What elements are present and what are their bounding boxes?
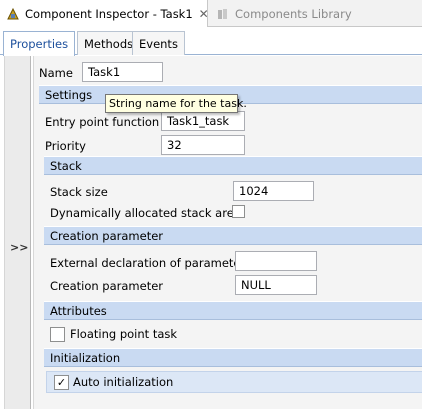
auto-initialization-row[interactable]: ✓ Auto initialization [46, 371, 422, 393]
floating-point-checkbox[interactable] [50, 326, 65, 342]
tab-component-inspector[interactable]: Component Inspector - Task1 ✕ [0, 0, 209, 27]
inspector-icon [7, 7, 19, 19]
creation-parameter-header[interactable]: Creation parameter [44, 226, 422, 245]
entry-point-label: Entry point function [45, 115, 160, 129]
external-declaration-field[interactable] [235, 251, 317, 271]
close-icon[interactable]: ✕ [199, 7, 209, 21]
stack-size-label: Stack size [50, 185, 108, 199]
priority-field[interactable]: 32 [161, 135, 245, 155]
tab-events[interactable]: Events [132, 31, 185, 55]
dynamic-stack-checkbox[interactable] [232, 205, 245, 218]
check-icon: ✓ [56, 375, 67, 389]
stack-size-field[interactable]: 1024 [233, 181, 314, 201]
initialization-header[interactable]: Initialization [44, 348, 422, 367]
attributes-header[interactable]: Attributes [44, 301, 422, 320]
tab-methods[interactable]: Methods [77, 31, 141, 55]
tab-components-library[interactable]: Components Library [210, 0, 370, 27]
tooltip: String name for the task. [105, 94, 247, 113]
library-icon [218, 8, 227, 19]
creation-parameter-label: Creation parameter [50, 279, 164, 293]
tab-label: Component Inspector - Task1 [25, 6, 193, 21]
entry-point-field[interactable]: Task1_task [161, 111, 245, 131]
floating-point-row[interactable]: Floating point task [50, 325, 422, 343]
expand-icon[interactable]: >> [10, 241, 28, 254]
name-field[interactable]: Task1 [82, 62, 163, 82]
creation-parameter-field[interactable]: NULL [235, 275, 317, 295]
collapse-sidebar[interactable]: >> [4, 56, 31, 409]
tab-label: Components Library [235, 6, 352, 21]
name-label: Name [39, 66, 73, 80]
auto-initialization-checkbox[interactable]: ✓ [54, 374, 69, 390]
external-declaration-label: External declaration of parameter [50, 256, 246, 270]
dynamic-stack-label: Dynamically allocated stack area [50, 206, 241, 220]
stack-header[interactable]: Stack [44, 156, 422, 175]
auto-initialization-label: Auto initialization [73, 375, 174, 389]
sub-tab-bar: Properties Methods Events [0, 27, 422, 56]
tab-properties[interactable]: Properties [3, 31, 76, 56]
view-tab-bar: Component Inspector - Task1 ✕ Components… [0, 0, 422, 27]
floating-point-label: Floating point task [70, 327, 178, 341]
priority-label: Priority [45, 139, 86, 153]
